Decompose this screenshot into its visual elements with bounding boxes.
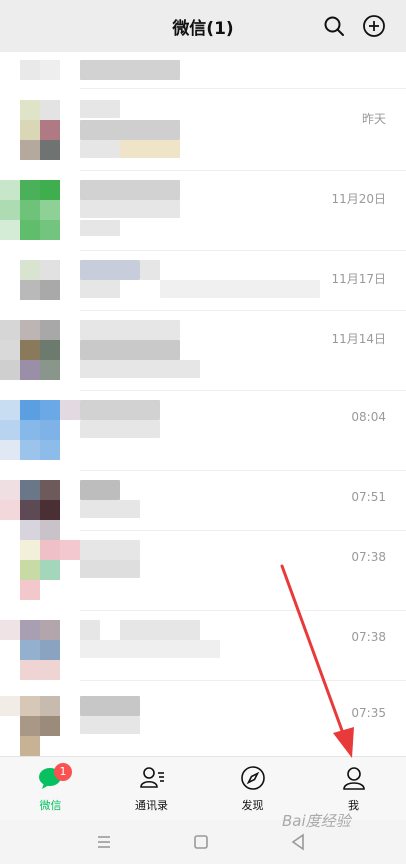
tab-label: 微信	[39, 799, 62, 812]
chat-row[interactable]: 07:38	[0, 616, 406, 696]
divider	[80, 390, 406, 391]
avatar	[20, 260, 40, 280]
chat-time: 07:35	[351, 706, 386, 720]
chat-row[interactable]: 08:04	[0, 396, 406, 476]
chat-time: 07:38	[351, 630, 386, 644]
search-icon[interactable]	[322, 14, 346, 38]
avatar	[0, 320, 20, 340]
chat-time: 07:38	[351, 550, 386, 564]
back-icon[interactable]	[286, 830, 310, 854]
avatar	[20, 540, 40, 560]
divider	[80, 88, 406, 89]
chat-time: 11月14日	[331, 332, 386, 346]
chat-name	[80, 180, 180, 200]
chat-name	[80, 480, 120, 500]
tab-chats[interactable]: 1 微信	[0, 757, 101, 821]
chat-name	[80, 400, 160, 420]
plus-circle-icon[interactable]	[362, 14, 386, 38]
avatar	[0, 620, 20, 640]
chat-preview	[80, 280, 120, 298]
divider	[80, 680, 406, 681]
contacts-icon	[140, 767, 164, 788]
chat-preview	[80, 640, 220, 658]
chat-row[interactable]: 07:38	[0, 536, 406, 616]
chat-name	[80, 60, 180, 80]
chat-row[interactable]: 07:35	[0, 692, 406, 756]
avatar	[0, 480, 20, 500]
chat-time: 11月20日	[331, 192, 386, 206]
avatar	[20, 60, 40, 80]
divider	[80, 310, 406, 311]
divider	[80, 170, 406, 171]
tab-label: 通讯录	[135, 799, 168, 812]
divider	[80, 610, 406, 611]
chat-row[interactable]: 昨天	[0, 96, 406, 176]
chat-time: 11月17日	[331, 272, 386, 286]
chat-preview	[80, 200, 180, 218]
chat-preview	[80, 716, 140, 734]
divider	[80, 530, 406, 531]
chat-name	[80, 260, 140, 280]
home-icon[interactable]	[189, 830, 213, 854]
unread-badge: 1	[54, 763, 72, 781]
chat-list[interactable]: 昨天 11月20日 11月17日 11月14日 08:04 07:51 07:3…	[0, 52, 406, 756]
chat-preview	[80, 420, 160, 438]
menu-icon[interactable]	[92, 830, 116, 854]
avatar	[0, 400, 20, 420]
chat-time: 昨天	[361, 112, 386, 126]
chat-name	[80, 540, 140, 560]
chat-preview	[80, 120, 180, 140]
divider	[80, 470, 406, 471]
chat-name	[80, 100, 120, 118]
avatar	[20, 100, 40, 120]
chat-preview	[80, 560, 140, 578]
chat-time: 07:51	[351, 490, 386, 504]
watermark-logo: Bai度经验	[282, 812, 351, 830]
chat-name	[80, 620, 100, 640]
chat-name	[80, 696, 140, 716]
divider	[80, 250, 406, 251]
chat-preview	[80, 340, 180, 360]
compass-icon	[241, 766, 265, 790]
chat-name	[80, 320, 180, 340]
tab-contacts[interactable]: 通讯录	[101, 757, 202, 821]
avatar	[0, 696, 20, 716]
person-icon	[343, 767, 365, 790]
top-bar: 微信(1)	[0, 0, 406, 52]
avatar	[0, 180, 20, 200]
chat-row[interactable]: 11月20日	[0, 176, 406, 256]
chat-row[interactable]: 11月14日	[0, 316, 406, 396]
chat-time: 08:04	[351, 410, 386, 424]
chat-preview	[80, 500, 140, 518]
